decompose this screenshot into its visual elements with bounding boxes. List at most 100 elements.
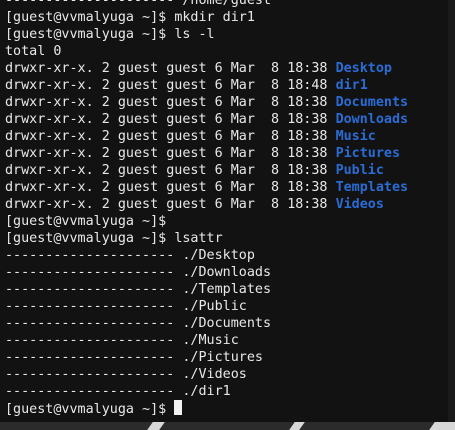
file-time: 18:38: [287, 180, 328, 195]
file-time: 18:38: [287, 146, 328, 161]
file-day: 8: [263, 95, 280, 110]
terminal-line: [guest@vvmalyuga ~]$ lsattr: [5, 230, 408, 247]
file-owner: guest: [117, 163, 159, 178]
file-size: 6: [214, 95, 223, 110]
shell-prompt: [guest@vvmalyuga ~]$: [5, 402, 167, 417]
file-month: Mar: [230, 146, 255, 161]
file-size: 6: [214, 129, 223, 144]
file-month: Mar: [230, 129, 255, 144]
file-group: guest: [166, 197, 207, 212]
terminal-line: total 0: [5, 44, 62, 59]
file-permissions: drwxr-xr-x.: [5, 78, 94, 93]
ls-row: drwxr-xr-x. 2 guest guest 6 Mar 8 18:38 …: [5, 60, 408, 77]
lsattr-row: --------------------- ./Desktop: [5, 247, 408, 264]
file-group: guest: [166, 129, 207, 144]
file-permissions: drwxr-xr-x.: [5, 61, 94, 76]
file-time: 18:38: [287, 129, 328, 144]
file-name: dir1: [335, 78, 368, 93]
attribute-flags: ---------------------: [5, 265, 175, 280]
ls-row: drwxr-xr-x. 2 guest guest 6 Mar 8 18:38 …: [5, 179, 408, 196]
desktop-background: [0, 422, 455, 430]
lsattr-row: --------------------- ./Public: [5, 298, 408, 315]
file-day: 8: [263, 146, 280, 161]
file-permissions: drwxr-xr-x.: [5, 163, 94, 178]
file-path: ./Pictures: [182, 350, 263, 365]
file-month: Mar: [230, 163, 255, 178]
file-name: Documents: [335, 95, 409, 110]
file-name: Desktop: [335, 61, 392, 76]
terminal-line: --------------------- /home/guest: [5, 0, 272, 8]
file-time: 18:38: [287, 112, 328, 127]
file-permissions: drwxr-xr-x.: [5, 112, 94, 127]
file-permissions: drwxr-xr-x.: [5, 180, 94, 195]
file-time: 18:38: [287, 197, 328, 212]
file-owner: guest: [117, 78, 159, 93]
link-count: 2: [101, 197, 110, 212]
lsattr-row: --------------------- ./Templates: [5, 281, 408, 298]
file-size: 6: [214, 61, 223, 76]
file-group: guest: [166, 112, 207, 127]
file-size: 6: [214, 163, 223, 178]
terminal-scrollbar[interactable]: [448, 0, 455, 422]
terminal-line: [guest@vvmalyuga ~]$ mkdir dir1: [5, 9, 408, 26]
attribute-flags: ---------------------: [5, 248, 175, 263]
shell-prompt: [guest@vvmalyuga ~]$: [5, 27, 167, 42]
file-month: Mar: [230, 112, 255, 127]
lsattr-row: --------------------- ./Documents: [5, 315, 408, 332]
attribute-flags: ---------------------: [5, 333, 175, 348]
file-owner: guest: [117, 180, 159, 195]
file-owner: guest: [117, 112, 159, 127]
lsattr-row: --------------------- ./Downloads: [5, 264, 408, 281]
link-count: 2: [101, 163, 110, 178]
file-owner: guest: [117, 146, 159, 161]
attribute-flags: ---------------------: [5, 316, 175, 331]
file-size: 6: [214, 180, 223, 195]
attribute-flags: ---------------------: [5, 282, 175, 297]
command-text: lsattr: [174, 231, 223, 246]
file-day: 8: [263, 78, 280, 93]
file-day: 8: [263, 180, 280, 195]
file-group: guest: [166, 146, 207, 161]
link-count: 2: [101, 146, 110, 161]
file-day: 8: [263, 112, 280, 127]
terminal-line: [guest@vvmalyuga ~]$: [5, 400, 408, 417]
file-name: Music: [335, 129, 376, 144]
file-name: Templates: [335, 180, 409, 195]
shell-prompt: [guest@vvmalyuga ~]$: [5, 214, 167, 229]
attribute-flags: ---------------------: [5, 384, 175, 399]
file-month: Mar: [230, 78, 255, 93]
file-group: guest: [166, 95, 207, 110]
terminal-window[interactable]: --------------------- /home/guest [guest…: [0, 0, 449, 422]
file-size: 6: [214, 197, 223, 212]
file-path: ./Downloads: [182, 265, 272, 280]
file-month: Mar: [230, 95, 255, 110]
shell-prompt: [guest@vvmalyuga ~]$: [5, 231, 167, 246]
file-month: Mar: [230, 180, 255, 195]
file-month: Mar: [230, 197, 255, 212]
file-day: 8: [263, 197, 280, 212]
file-group: guest: [166, 78, 207, 93]
ls-row: drwxr-xr-x. 2 guest guest 6 Mar 8 18:38 …: [5, 162, 408, 179]
terminal-line: [guest@vvmalyuga ~]$: [5, 213, 408, 230]
file-path: ./Videos: [182, 367, 247, 382]
text-cursor: [174, 400, 183, 415]
ls-row: drwxr-xr-x. 2 guest guest 6 Mar 8 18:48 …: [5, 77, 408, 94]
file-name: Downloads: [335, 112, 409, 127]
terminal-output: --------------------- /home/guest [guest…: [5, 0, 408, 417]
command-text: mkdir dir1: [174, 10, 255, 25]
file-path: ./Music: [182, 333, 239, 348]
attribute-flags: ---------------------: [5, 299, 175, 314]
link-count: 2: [101, 180, 110, 195]
link-count: 2: [101, 129, 110, 144]
file-day: 8: [263, 129, 280, 144]
ls-row: drwxr-xr-x. 2 guest guest 6 Mar 8 18:38 …: [5, 111, 408, 128]
file-path: ./Documents: [182, 316, 272, 331]
ls-row: drwxr-xr-x. 2 guest guest 6 Mar 8 18:38 …: [5, 196, 408, 213]
file-time: 18:38: [287, 61, 328, 76]
file-time: 18:48: [287, 78, 328, 93]
file-group: guest: [166, 163, 207, 178]
lsattr-row: --------------------- ./Videos: [5, 366, 408, 383]
file-owner: guest: [117, 61, 159, 76]
file-owner: guest: [117, 197, 159, 212]
command-text: ls -l: [174, 27, 215, 42]
